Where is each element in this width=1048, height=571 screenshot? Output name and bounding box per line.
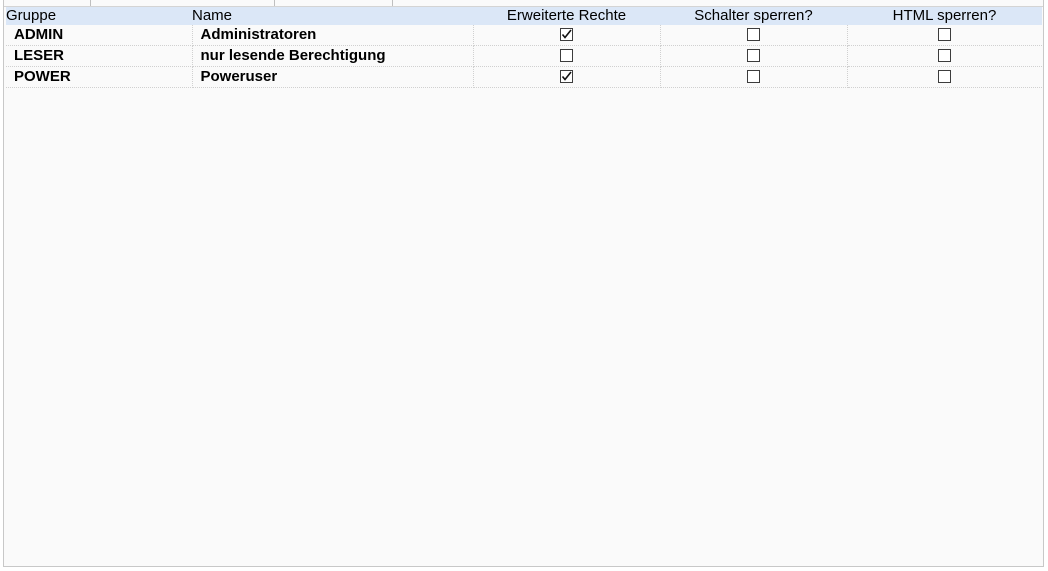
lock-html-checkbox[interactable] bbox=[938, 27, 952, 41]
table-row[interactable]: POWER Poweruser bbox=[6, 66, 1042, 88]
lock-html-cell bbox=[847, 45, 1042, 67]
lock-buttons-cell bbox=[660, 45, 848, 67]
table-row[interactable]: LESER nur lesende Berechtigung bbox=[6, 45, 1042, 67]
column-header-name[interactable]: Name bbox=[192, 7, 473, 25]
column-header-html-sperren[interactable]: HTML sperren? bbox=[847, 7, 1042, 25]
groups-table: Gruppe Name Erweiterte Rechte Schalter s… bbox=[6, 7, 1042, 88]
lock-buttons-checkbox[interactable] bbox=[747, 27, 760, 41]
name-cell[interactable]: Poweruser bbox=[192, 66, 474, 88]
extended-rights-cell bbox=[473, 66, 661, 88]
group-cell[interactable]: POWER bbox=[6, 66, 193, 88]
lock-buttons-checkbox[interactable] bbox=[747, 48, 760, 62]
lock-buttons-checkbox[interactable] bbox=[747, 69, 760, 83]
table-row[interactable]: ADMIN Administratoren bbox=[6, 25, 1042, 46]
lock-buttons-cell bbox=[660, 66, 848, 88]
column-divider-tick bbox=[274, 0, 275, 6]
column-divider-tick bbox=[90, 0, 91, 6]
name-cell[interactable]: nur lesende Berechtigung bbox=[192, 45, 474, 67]
column-header-gruppe[interactable]: Gruppe bbox=[6, 7, 192, 25]
name-cell[interactable]: Administratoren bbox=[192, 25, 474, 46]
extended-rights-checkbox[interactable] bbox=[560, 69, 573, 83]
extended-rights-cell bbox=[473, 25, 661, 46]
checkmark-icon bbox=[561, 29, 572, 39]
column-divider-tick bbox=[392, 0, 393, 6]
lock-buttons-cell bbox=[660, 25, 848, 46]
group-cell[interactable]: LESER bbox=[6, 45, 193, 67]
extended-rights-checkbox[interactable] bbox=[560, 48, 573, 62]
lock-html-checkbox[interactable] bbox=[938, 48, 952, 62]
column-header-erweiterte-rechte[interactable]: Erweiterte Rechte bbox=[473, 7, 660, 25]
group-cell[interactable]: ADMIN bbox=[6, 25, 193, 46]
lock-html-checkbox[interactable] bbox=[938, 69, 952, 83]
extended-rights-cell bbox=[473, 45, 661, 67]
groups-panel: Gruppe Name Erweiterte Rechte Schalter s… bbox=[3, 0, 1044, 567]
column-header-schalter-sperren[interactable]: Schalter sperren? bbox=[660, 7, 847, 25]
extended-rights-checkbox[interactable] bbox=[560, 27, 573, 41]
checkmark-icon bbox=[561, 71, 572, 81]
lock-html-cell bbox=[847, 66, 1042, 88]
lock-html-cell bbox=[847, 25, 1042, 46]
table-header-row: Gruppe Name Erweiterte Rechte Schalter s… bbox=[6, 7, 1042, 25]
panel-top-border bbox=[4, 0, 1043, 7]
